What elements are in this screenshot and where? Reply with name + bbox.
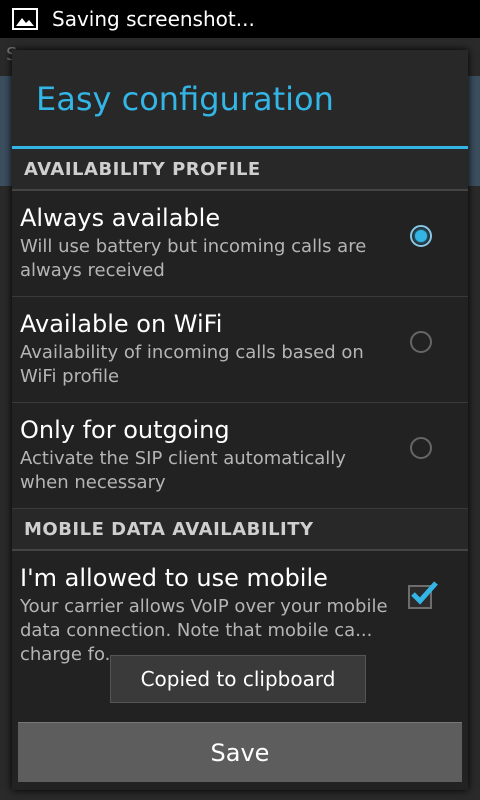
option-summary: Activate the SIP client automatically wh… <box>20 448 346 493</box>
option-title: I'm allowed to use mobile <box>20 564 328 592</box>
option-available-on-wifi[interactable]: Available on WiFi Availability of incomi… <box>12 297 468 403</box>
status-bar: Saving screenshot... <box>0 0 480 38</box>
option-always-available[interactable]: Always available Will use battery but in… <box>12 191 468 297</box>
option-only-for-outgoing[interactable]: Only for outgoing Activate the SIP clien… <box>12 403 468 509</box>
option-title: Always available <box>20 204 221 232</box>
radio-always-available[interactable] <box>410 225 432 247</box>
option-title: Only for outgoing <box>20 416 230 444</box>
image-icon <box>12 8 38 30</box>
save-button[interactable]: Save <box>18 722 462 782</box>
section-header-availability: AVAILABILITY PROFILE <box>12 149 468 191</box>
checkbox-allowed-mobile[interactable] <box>408 581 438 609</box>
option-title: Available on WiFi <box>20 310 223 338</box>
check-icon <box>411 581 438 605</box>
dialog-header: Easy configuration <box>12 50 468 146</box>
radio-only-for-outgoing[interactable] <box>410 437 432 459</box>
radio-available-on-wifi[interactable] <box>410 331 432 353</box>
option-summary: Availability of incoming calls based on … <box>20 342 364 387</box>
option-summary: Will use battery but incoming calls are … <box>20 236 367 281</box>
status-text: Saving screenshot... <box>52 7 255 31</box>
dialog-title: Easy configuration <box>36 80 334 118</box>
toast-message: Copied to clipboard <box>110 655 366 703</box>
section-header-mobile-data: MOBILE DATA AVAILABILITY <box>12 509 468 551</box>
